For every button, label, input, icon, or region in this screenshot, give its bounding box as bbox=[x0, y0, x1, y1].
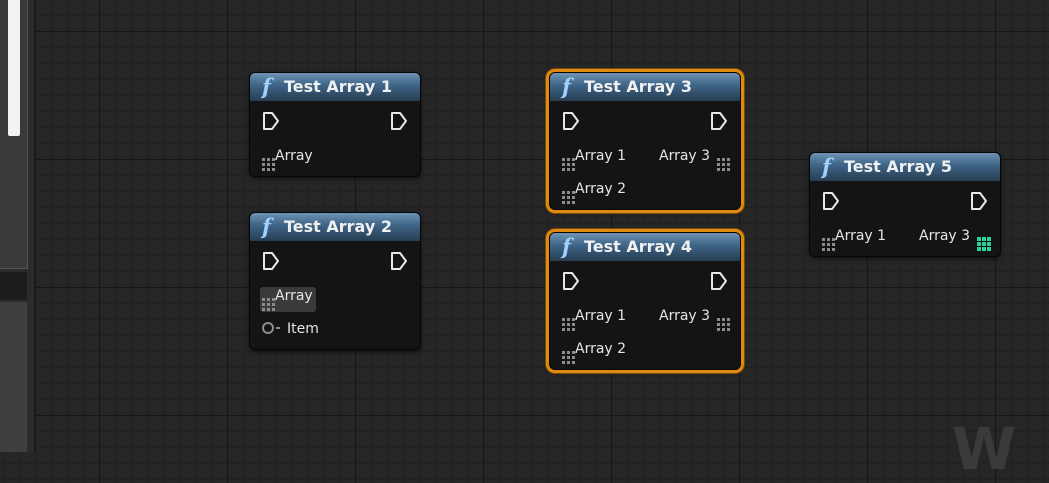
pin-stub bbox=[276, 327, 280, 329]
scrollbar-thumb[interactable] bbox=[8, 0, 20, 136]
function-icon: f bbox=[562, 234, 572, 259]
array-pin-icon bbox=[717, 318, 731, 331]
function-icon: f bbox=[822, 154, 832, 179]
node-test-array-2[interactable]: f Test Array 2 Array Item bbox=[249, 212, 421, 350]
pin-label: Array 3 bbox=[659, 148, 711, 164]
node-header[interactable]: f Test Array 2 bbox=[250, 213, 420, 241]
array-pin-icon bbox=[262, 158, 275, 171]
exec-in-pin-icon[interactable] bbox=[562, 271, 580, 291]
node-header[interactable]: f Test Array 3 bbox=[550, 73, 740, 101]
node-title: Test Array 2 bbox=[284, 217, 392, 236]
node-title: Test Array 3 bbox=[584, 77, 692, 96]
panel-divider bbox=[0, 272, 27, 300]
pin-label: Array 2 bbox=[575, 181, 627, 197]
function-icon: f bbox=[262, 74, 272, 99]
pin-label: Array 2 bbox=[575, 341, 627, 357]
exec-in-pin-icon[interactable] bbox=[562, 111, 580, 131]
pin-array-3-out[interactable]: Array 3 bbox=[919, 228, 992, 251]
pin-label: Array 1 bbox=[835, 228, 887, 244]
pin-label: Array 3 bbox=[659, 308, 711, 324]
pin-array-1[interactable]: Array 1 bbox=[562, 148, 626, 171]
pin-array-1[interactable]: Array 1 bbox=[562, 308, 626, 331]
pin-item[interactable]: Item bbox=[262, 321, 319, 337]
exec-out-pin-icon[interactable] bbox=[710, 111, 728, 131]
pin-label: Array 1 bbox=[575, 148, 627, 164]
exec-out-pin-icon[interactable] bbox=[390, 111, 408, 131]
exec-out-pin-icon[interactable] bbox=[710, 271, 728, 291]
pin-array-2[interactable]: Array 2 bbox=[562, 341, 626, 364]
array-pin-icon bbox=[822, 238, 835, 251]
node-title: Test Array 5 bbox=[844, 157, 952, 176]
pin-array-1[interactable]: Array 1 bbox=[822, 228, 886, 251]
array-pin-icon bbox=[562, 318, 575, 331]
exec-in-pin-icon[interactable] bbox=[262, 251, 280, 271]
function-icon: f bbox=[562, 74, 572, 99]
array-pin-connected-icon bbox=[977, 237, 992, 251]
pin-label: Array 3 bbox=[919, 228, 971, 244]
pin-label: Array bbox=[275, 148, 313, 164]
array-pin-icon bbox=[562, 158, 575, 171]
pin-label: Array 1 bbox=[575, 308, 627, 324]
array-pin-icon bbox=[562, 191, 575, 204]
node-header[interactable]: f Test Array 1 bbox=[250, 73, 420, 101]
exec-in-pin-icon[interactable] bbox=[822, 191, 840, 211]
pin-label: Array bbox=[275, 288, 313, 304]
node-test-array-1[interactable]: f Test Array 1 Array bbox=[249, 72, 421, 177]
pin-array[interactable]: Array bbox=[260, 287, 316, 312]
watermark-text: W bbox=[952, 415, 1018, 483]
node-test-array-3[interactable]: f Test Array 3 Array 1 Array 3 Array 2 bbox=[549, 72, 741, 210]
node-header[interactable]: f Test Array 5 bbox=[810, 153, 1000, 181]
pin-array-3-out[interactable]: Array 3 bbox=[659, 148, 731, 171]
array-pin-icon bbox=[717, 158, 731, 171]
pin-array-2[interactable]: Array 2 bbox=[562, 181, 626, 204]
panel-lower-area[interactable] bbox=[0, 302, 27, 452]
pin-array[interactable]: Array bbox=[262, 148, 313, 171]
node-test-array-4[interactable]: f Test Array 4 Array 1 Array 3 Array 2 bbox=[549, 232, 741, 370]
function-icon: f bbox=[262, 214, 272, 239]
node-header[interactable]: f Test Array 4 bbox=[550, 233, 740, 261]
exec-in-pin-icon[interactable] bbox=[262, 111, 280, 131]
array-pin-icon bbox=[562, 351, 575, 364]
pin-label: Item bbox=[287, 321, 319, 337]
node-title: Test Array 1 bbox=[284, 77, 392, 96]
array-pin-icon bbox=[262, 298, 275, 311]
node-test-array-5[interactable]: f Test Array 5 Array 1 Array 3 bbox=[809, 152, 1001, 257]
left-panel bbox=[0, 0, 36, 452]
pin-array-3-out[interactable]: Array 3 bbox=[659, 308, 731, 331]
item-pin-icon bbox=[262, 322, 274, 334]
node-title: Test Array 4 bbox=[584, 237, 692, 256]
exec-out-pin-icon[interactable] bbox=[970, 191, 988, 211]
exec-out-pin-icon[interactable] bbox=[390, 251, 408, 271]
